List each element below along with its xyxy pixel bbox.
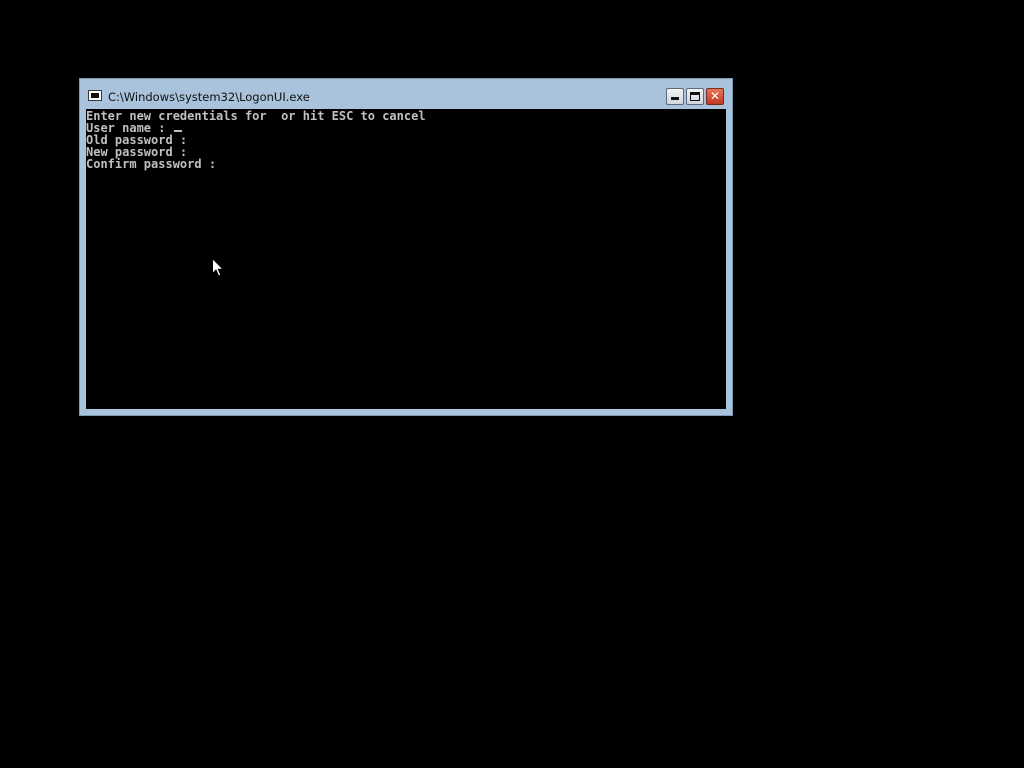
window-title: C:\Windows\system32\LogonUI.exe: [108, 90, 310, 104]
confirm-password-prompt: Confirm password :: [86, 158, 216, 170]
console-window: C:\Windows\system32\LogonUI.exe ✕ Enter …: [79, 78, 733, 416]
minimize-icon: [671, 97, 679, 100]
close-icon: ✕: [709, 89, 721, 103]
console-window-icon[interactable]: [88, 90, 102, 101]
mouse-pointer-icon: [212, 258, 224, 277]
confirm-password-label: Confirm password :: [86, 157, 217, 171]
text-cursor: [173, 130, 182, 132]
maximize-button[interactable]: [686, 88, 704, 105]
close-button[interactable]: ✕: [706, 88, 724, 105]
console-output[interactable]: Enter new credentials for or hit ESC to …: [86, 109, 726, 409]
minimize-button[interactable]: [666, 88, 684, 105]
title-bar[interactable]: C:\Windows\system32\LogonUI.exe ✕: [80, 79, 732, 109]
maximize-icon: [690, 92, 700, 101]
desktop: C:\Windows\system32\LogonUI.exe ✕ Enter …: [0, 0, 1024, 768]
